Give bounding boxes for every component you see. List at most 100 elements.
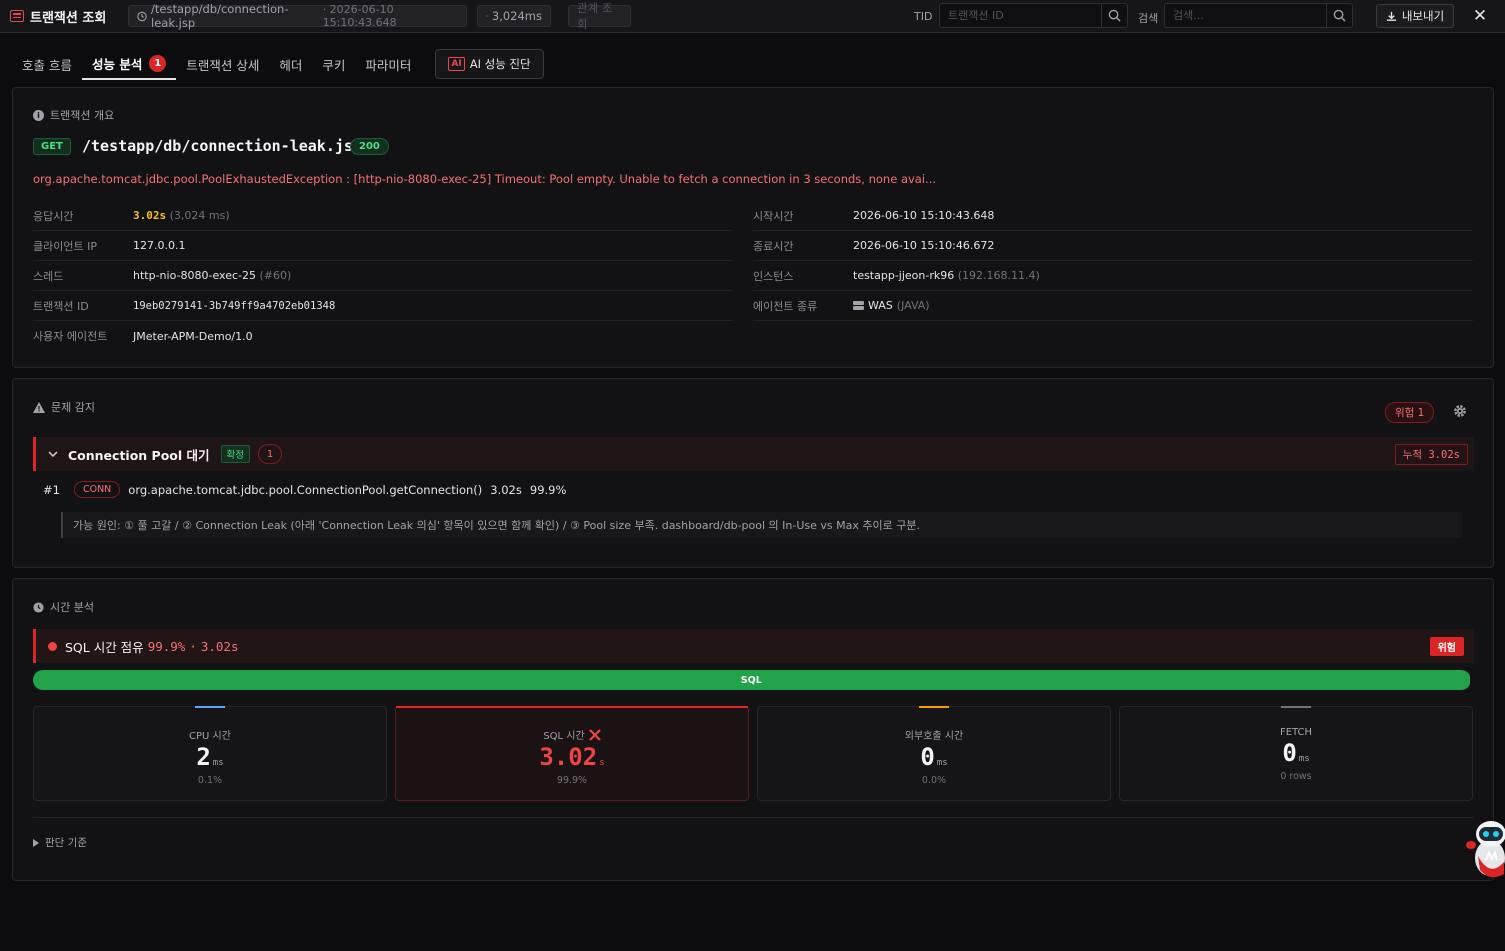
sql-bar-segment: SQL <box>33 670 1470 690</box>
metric-label: CPU 시간 <box>189 731 231 742</box>
field-value: 2026-06-10 15:10:46.672 <box>853 239 995 252</box>
status-code-badge: 200 <box>350 138 389 155</box>
tab-cookies[interactable]: 쿠키 <box>312 48 355 80</box>
export-button[interactable]: 내보내기 <box>1376 4 1454 28</box>
search-icon <box>1108 9 1121 22</box>
metric-value: 0 <box>920 743 935 771</box>
transaction-list-icon <box>10 10 24 22</box>
info-icon: i <box>33 109 44 121</box>
field-value[interactable]: 19eb0279141-3b749ff9a4702eb01348 <box>133 300 335 312</box>
tab-label: 호출 흐름 <box>22 57 72 73</box>
ai-label: AI 성능 진단 <box>469 57 531 71</box>
risk-count-badge: 위험 1 <box>1385 402 1435 423</box>
top-bar: 트랜잭션 조회 /testapp/db/connection-leak.jsp … <box>0 0 1505 33</box>
field-value: WAS (JAVA) <box>853 299 930 312</box>
close-button[interactable]: ✕ <box>1472 6 1488 26</box>
metric-unit: ms <box>936 758 948 768</box>
timer-icon <box>486 15 488 17</box>
evidence-index: #1 <box>43 482 60 497</box>
issue-connection-pool[interactable]: Connection Pool 대기 확정 1 누적 3.02s <box>33 437 1474 471</box>
instance-extra: (192.168.11.4) <box>957 269 1040 282</box>
path-time: · 2026-06-10 15:10:43.648 <box>322 3 397 29</box>
tid-search-button[interactable] <box>1101 4 1127 27</box>
metric-label: FETCH <box>1279 727 1313 738</box>
tab-label: 성능 분석 <box>91 56 143 72</box>
alert-time: 3.02s <box>200 638 239 654</box>
field-instance: 인스턴스 testapp-jjeon-rk96 (192.168.11.4) <box>753 261 1473 291</box>
search-input[interactable] <box>1165 4 1326 27</box>
search-icon <box>1333 9 1346 22</box>
warning-icon <box>33 401 45 413</box>
metric-unit: ms <box>1298 754 1310 764</box>
field-label: 사용자 에이전트 <box>33 330 108 343</box>
tid-input[interactable] <box>940 4 1101 27</box>
overview-panel: i 트랜잭션 개요 GET /testapp/db/connection-lea… <box>12 87 1494 368</box>
clock-icon <box>137 11 147 21</box>
tab-transaction-detail[interactable]: 트랜잭션 상세 <box>176 48 269 80</box>
metric-sub: 0.0% <box>921 775 947 786</box>
metric-value: 3.02 <box>539 743 598 771</box>
response-extra: (3,024 ms) <box>169 209 230 222</box>
tab-performance[interactable]: 성능 분석 1 <box>81 48 177 80</box>
issues-heading-text: 문제 감지 <box>51 401 95 414</box>
metric-sub: 0.1% <box>197 775 223 786</box>
field-client-ip: 클라이언트 IP 127.0.0.1 <box>33 231 733 261</box>
related-button[interactable]: 관계 조회 <box>568 1 631 31</box>
page-title: 트랜잭션 조회 <box>30 10 107 26</box>
evidence-time: 3.02s <box>490 482 522 497</box>
metric-value-wrap: 0 ms <box>1120 739 1472 767</box>
agent-extra: (JAVA) <box>896 299 930 312</box>
cumulative-time: 누적 3.02s <box>1394 444 1468 465</box>
alert-sep: · <box>189 638 197 654</box>
metric-label: 외부호출 시간 <box>904 731 964 742</box>
metric-accent <box>396 706 748 708</box>
error-message: org.apache.tomcat.jdbc.pool.PoolExhauste… <box>33 172 937 186</box>
metric-value: 2 <box>196 743 211 771</box>
field-label: 클라이언트 IP <box>33 239 97 253</box>
search-button[interactable] <box>1326 4 1352 27</box>
tab-label: 트랜잭션 상세 <box>186 57 260 73</box>
field-transaction-id: 트랜잭션 ID 19eb0279141-3b749ff9a4702eb01348 <box>33 291 733 321</box>
field-user-agent: 사용자 에이전트 JMeter-APM-Demo/1.0 <box>33 321 733 351</box>
field-response-time: 응답시간 3.02s (3,024 ms) <box>33 201 733 231</box>
tab-parameters[interactable]: 파라미터 <box>355 48 421 80</box>
field-label: 트랜잭션 ID <box>33 299 89 313</box>
ai-icon: AI <box>448 57 465 71</box>
judgement-criteria-toggle[interactable]: 판단 기준 <box>33 835 87 850</box>
confirmed-tag: 확정 <box>220 445 251 463</box>
metric-cpu: CPU 시간 2 ms 0.1% <box>33 706 387 801</box>
issue-count: 1 <box>258 444 283 464</box>
cross-icon <box>588 728 601 741</box>
path-chip: /testapp/db/connection-leak.jsp · 2026-0… <box>128 2 467 30</box>
gear-icon[interactable] <box>1453 404 1467 418</box>
alert-pct: 99.9% <box>147 638 186 654</box>
metric-accent <box>1281 706 1311 708</box>
issue-title: Connection Pool 대기 <box>68 447 210 463</box>
field-label: 시작시간 <box>753 209 794 223</box>
tab-label: 헤더 <box>279 57 303 73</box>
alert-text: SQL 시간 점유 <box>65 639 144 655</box>
field-agent-type: 에이전트 종류 WAS (JAVA) <box>753 291 1473 321</box>
time-heading-text: 시간 분석 <box>50 601 94 614</box>
field-thread: 스레드 http-nio-8080-exec-25 (#60) <box>33 261 733 291</box>
tab-badge: 1 <box>149 54 167 72</box>
ai-diagnosis-button[interactable]: AI AI 성능 진단 <box>435 49 544 79</box>
overview-heading-text: 트랜잭션 개요 <box>50 109 115 122</box>
title-area: 트랜잭션 조회 <box>0 0 106 33</box>
risk-tag: 위험 <box>1429 637 1464 656</box>
assistant-mascot-icon[interactable] <box>1464 812 1505 880</box>
issues-heading: 문제 감지 <box>33 399 95 415</box>
elapsed-chip: 3,024ms <box>477 5 551 27</box>
search-field <box>1164 3 1353 28</box>
chevron-down-icon[interactable] <box>48 450 58 458</box>
field-start-time: 시작시간 2026-06-10 15:10:43.648 <box>753 201 1473 231</box>
field-label: 에이전트 종류 <box>753 299 818 313</box>
tab-call-flow[interactable]: 호출 흐름 <box>12 48 82 80</box>
metric-value-wrap: 2 ms <box>34 743 386 771</box>
metric-value-wrap: 0 ms <box>758 743 1110 771</box>
metric-value-wrap: 3.02 s <box>396 743 748 771</box>
tab-label: 쿠키 <box>322 57 346 73</box>
search-label: 검색 <box>1138 12 1159 25</box>
tab-headers[interactable]: 헤더 <box>269 48 312 80</box>
metric-value: 0 <box>1282 739 1297 767</box>
